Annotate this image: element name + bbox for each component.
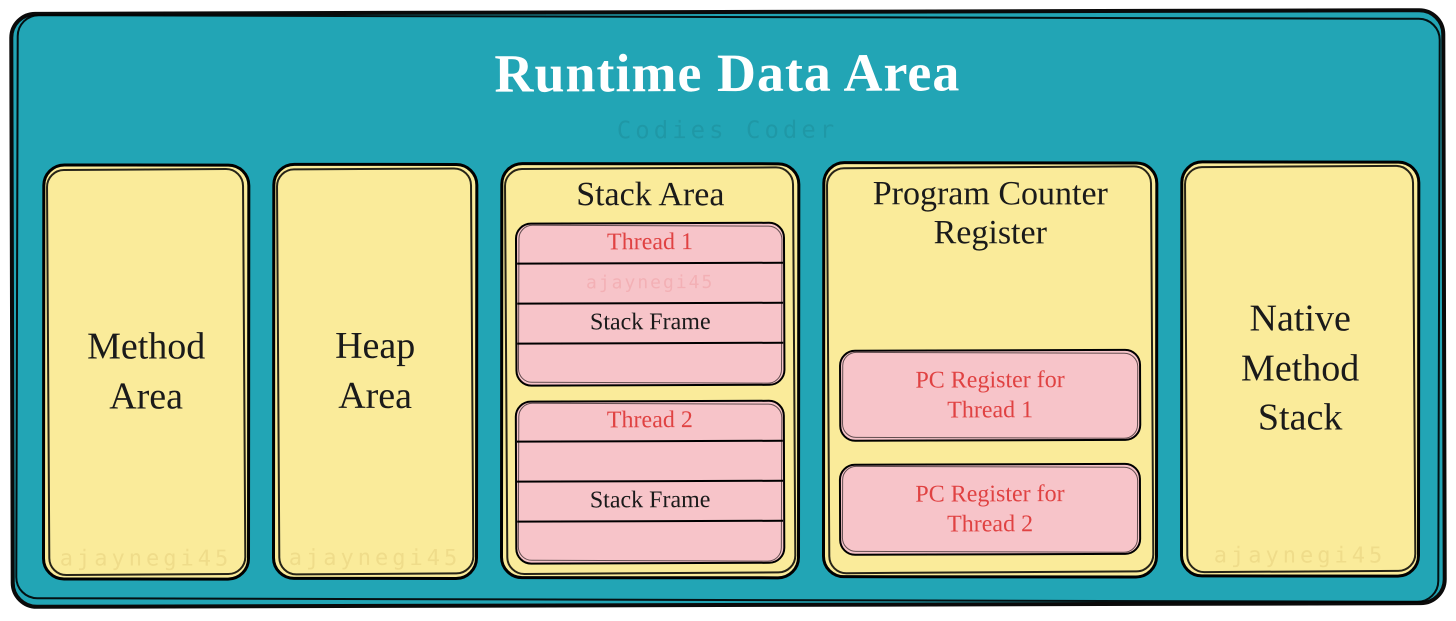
thread-2-frame-label: Stack Frame: [517, 482, 783, 523]
stack-area-label: Stack Area: [576, 175, 724, 214]
watermark-author: ajaynegi45: [55, 546, 237, 571]
pc-register-thread-1: PC Register for Thread 1: [839, 349, 1141, 442]
thread-1-watermark: ajaynegi45: [517, 264, 783, 305]
pc-register-thread-2: PC Register for Thread 2: [839, 463, 1141, 556]
method-area-box: Method Area ajaynegi45: [42, 163, 250, 580]
watermark-author: ajaynegi45: [1193, 543, 1407, 568]
heap-area-box: Heap Area ajaynegi45: [272, 163, 478, 580]
native-method-stack-label: Native Method Stack: [1241, 295, 1359, 443]
method-area-label: Method Area: [87, 323, 205, 422]
thread-2-watermark: [517, 442, 783, 483]
pc-register-box: Program Counter Register PC Register for…: [822, 161, 1158, 578]
heap-area-label: Heap Area: [335, 322, 415, 421]
pc-register-list: PC Register for Thread 1 PC Register for…: [839, 349, 1141, 555]
stack-area-box: Stack Area Thread 1 ajaynegi45 Stack Fra…: [500, 162, 800, 579]
watermark-author: ajaynegi45: [285, 546, 465, 571]
thread-2-block: Thread 2 Stack Frame: [515, 400, 786, 565]
diagram-title: Runtime Data Area: [13, 12, 1441, 106]
thread-2-empty-row: [517, 522, 783, 563]
native-method-stack-box: Native Method Stack ajaynegi45: [1180, 160, 1420, 577]
areas-row: Method Area ajaynegi45 Heap Area ajayneg…: [42, 160, 1415, 581]
thread-2-title: Thread 2: [517, 402, 783, 443]
watermark-brand: Codies Coder: [13, 114, 1441, 146]
runtime-data-area-container: Runtime Data Area Codies Coder Method Ar…: [9, 8, 1447, 609]
thread-1-title: Thread 1: [517, 224, 783, 265]
thread-1-frame-label: Stack Frame: [517, 304, 783, 345]
thread-1-block: Thread 1 ajaynegi45 Stack Frame: [515, 222, 786, 387]
pc-register-label: Program Counter Register: [873, 174, 1108, 252]
thread-1-empty-row: [517, 344, 783, 385]
